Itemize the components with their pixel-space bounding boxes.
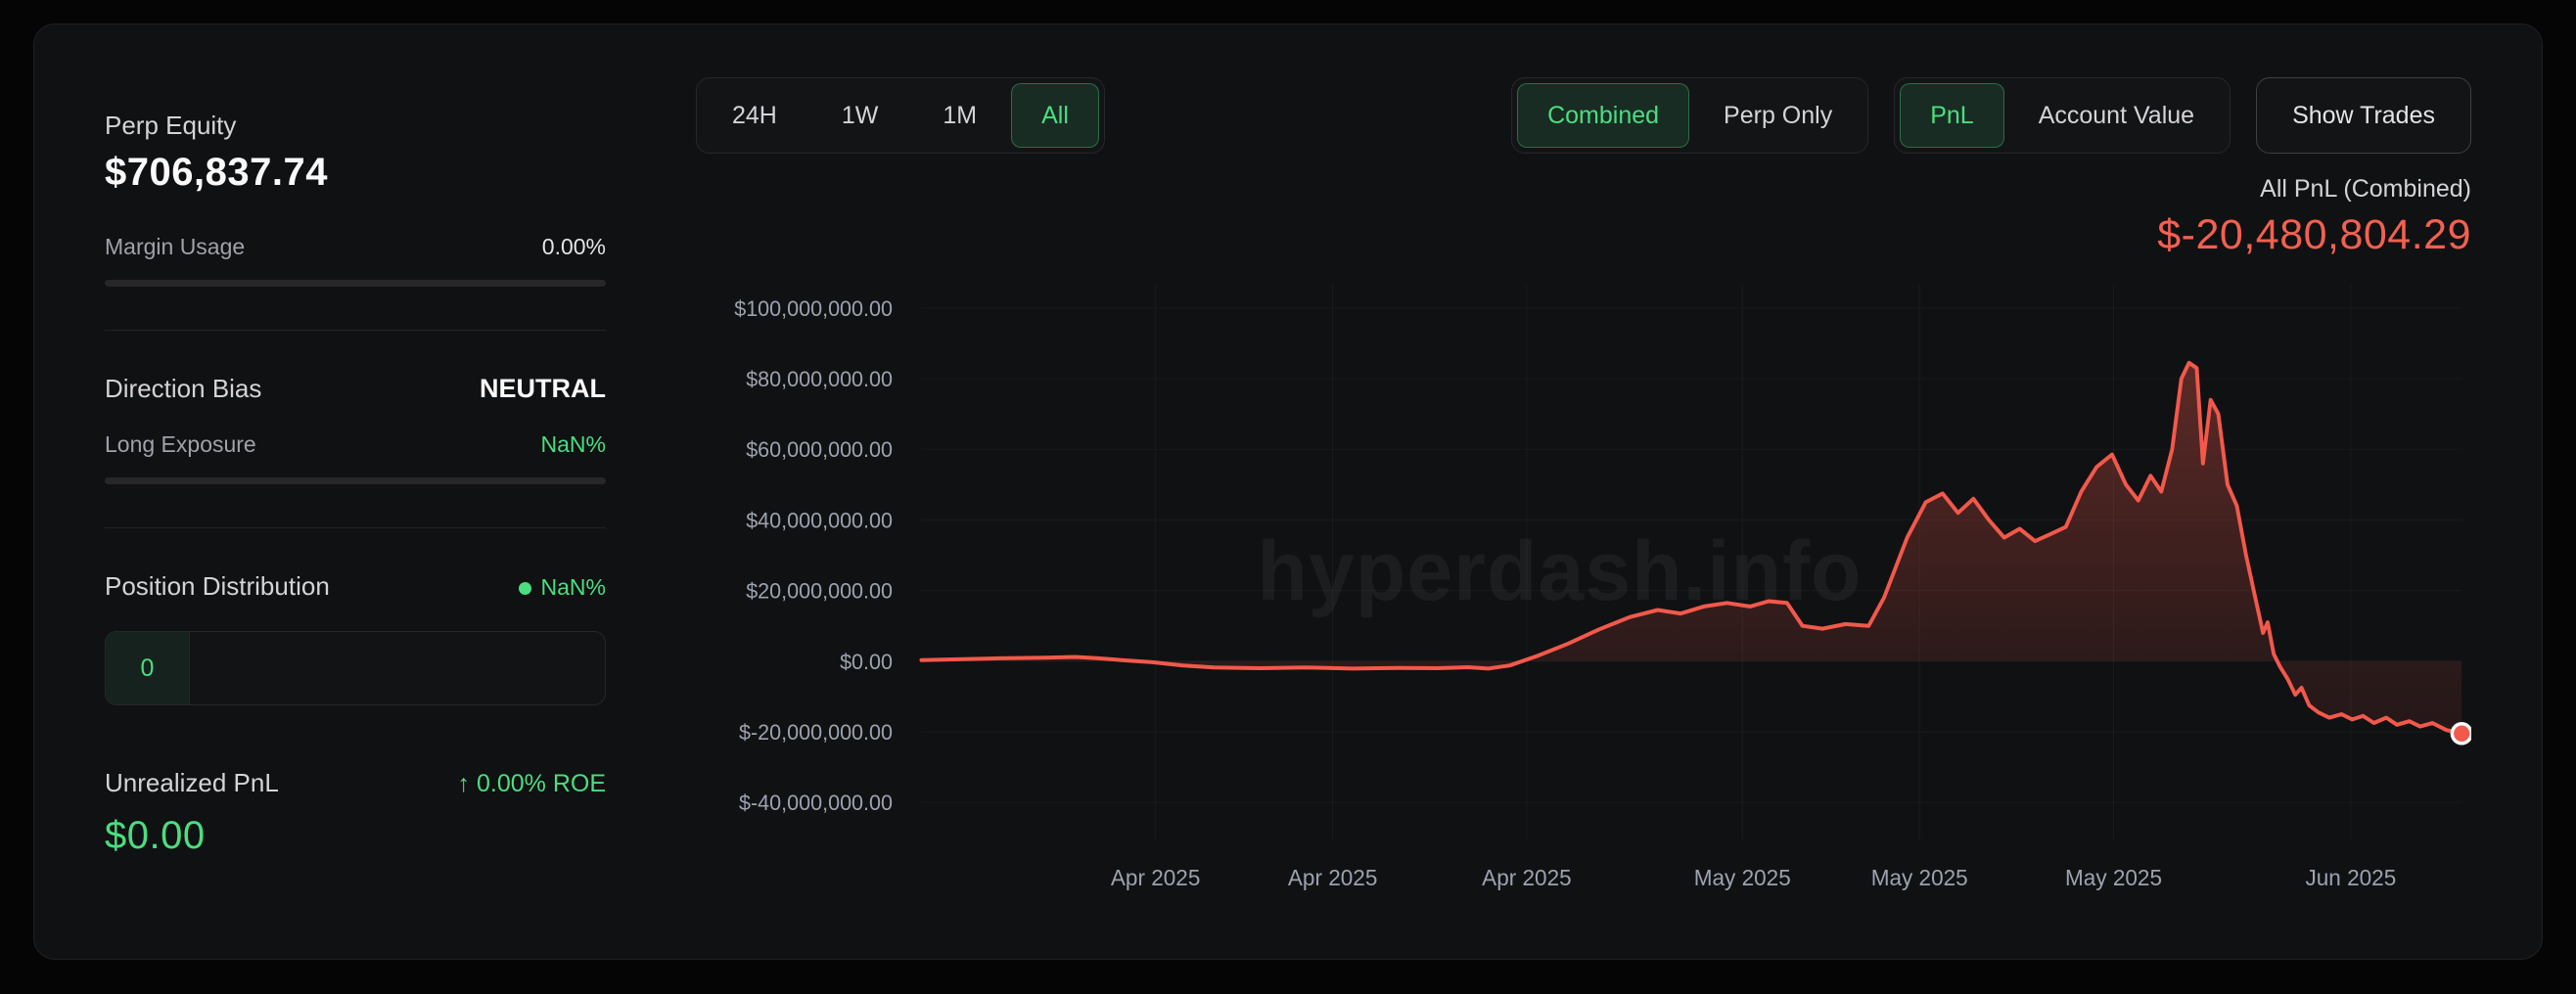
divider bbox=[105, 330, 606, 331]
chart-panel: 24H 1W 1M All Combined Perp Only PnL Acc… bbox=[696, 77, 2471, 912]
x-axis-tick-label: Apr 2025 bbox=[1482, 865, 1571, 890]
long-exposure-row: Long Exposure NaN% bbox=[105, 431, 606, 458]
metric-account-value[interactable]: Account Value bbox=[2008, 83, 2225, 148]
x-axis-tick-label: May 2025 bbox=[2065, 865, 2162, 890]
y-axis-tick-label: $40,000,000.00 bbox=[746, 508, 893, 532]
stats-sidebar: Perp Equity $706,837.74 Margin Usage 0.0… bbox=[105, 77, 606, 912]
time-range-group: 24H 1W 1M All bbox=[696, 77, 1105, 154]
roe-badge: ↑ 0.00% ROE bbox=[458, 770, 606, 798]
long-exposure-label: Long Exposure bbox=[105, 431, 256, 458]
perp-equity-label: Perp Equity bbox=[105, 111, 606, 141]
position-distribution-bar: 0 bbox=[105, 631, 606, 705]
unrealized-pnl-row: Unrealized PnL ↑ 0.00% ROE bbox=[105, 768, 606, 798]
y-axis-tick-label: $80,000,000.00 bbox=[746, 367, 893, 391]
metric-pnl[interactable]: PnL bbox=[1900, 83, 2003, 148]
pnl-summary: All PnL (Combined) $-20,480,804.29 bbox=[696, 175, 2471, 259]
perp-equity-section: Perp Equity $706,837.74 bbox=[105, 111, 606, 195]
y-axis-tick-label: $100,000,000.00 bbox=[734, 296, 893, 321]
time-range-24h[interactable]: 24H bbox=[702, 83, 807, 148]
margin-usage-bar bbox=[105, 280, 606, 287]
time-range-1w[interactable]: 1W bbox=[811, 83, 909, 148]
metric-group: PnL Account Value bbox=[1894, 77, 2231, 154]
mode-group: Combined Perp Only bbox=[1511, 77, 1868, 154]
mode-perp-only[interactable]: Perp Only bbox=[1693, 83, 1863, 148]
show-trades-button[interactable]: Show Trades bbox=[2256, 77, 2471, 154]
direction-bias-value: NEUTRAL bbox=[480, 374, 606, 404]
position-distribution-left-cell: 0 bbox=[106, 632, 190, 704]
mode-combined[interactable]: Combined bbox=[1517, 83, 1689, 148]
margin-usage-row: Margin Usage 0.00% bbox=[105, 234, 606, 260]
green-dot-icon bbox=[519, 582, 531, 595]
x-axis-tick-label: May 2025 bbox=[1694, 865, 1791, 890]
position-distribution-badge: NaN% bbox=[519, 574, 606, 601]
long-exposure-value: NaN% bbox=[541, 431, 606, 458]
direction-bias-label: Direction Bias bbox=[105, 374, 261, 404]
margin-usage-value: 0.00% bbox=[542, 234, 606, 260]
margin-usage-label: Margin Usage bbox=[105, 234, 245, 260]
divider bbox=[105, 527, 606, 528]
all-pnl-value: $-20,480,804.29 bbox=[696, 211, 2471, 259]
all-pnl-label: All PnL (Combined) bbox=[696, 175, 2471, 203]
long-exposure-bar bbox=[105, 477, 606, 484]
chart-mode-tools: Combined Perp Only PnL Account Value Sho… bbox=[1511, 77, 2471, 154]
x-axis-tick-label: Apr 2025 bbox=[1111, 865, 1200, 890]
pnl-end-dot bbox=[2452, 724, 2471, 744]
perp-equity-value: $706,837.74 bbox=[105, 151, 606, 195]
x-axis-tick-label: Jun 2025 bbox=[2306, 865, 2397, 890]
chart-toolbar: 24H 1W 1M All Combined Perp Only PnL Acc… bbox=[696, 77, 2471, 154]
unrealized-pnl-label: Unrealized PnL bbox=[105, 768, 279, 798]
unrealized-pnl-value: $0.00 bbox=[105, 814, 606, 858]
position-distribution-label: Position Distribution bbox=[105, 571, 330, 602]
direction-bias-row: Direction Bias NEUTRAL bbox=[105, 374, 606, 404]
time-range-1m[interactable]: 1M bbox=[912, 83, 1007, 148]
pnl-chart-svg[interactable]: hyperdash.info$100,000,000.00$80,000,000… bbox=[696, 277, 2471, 913]
position-distribution-row: Position Distribution NaN% bbox=[105, 571, 606, 602]
pnl-chart[interactable]: hyperdash.info$100,000,000.00$80,000,000… bbox=[696, 277, 2471, 913]
y-axis-tick-label: $-20,000,000.00 bbox=[739, 720, 893, 745]
x-axis-tick-label: May 2025 bbox=[1871, 865, 1968, 890]
x-axis-tick-label: Apr 2025 bbox=[1288, 865, 1377, 890]
y-axis-tick-label: $60,000,000.00 bbox=[746, 437, 893, 462]
time-range-all[interactable]: All bbox=[1011, 83, 1099, 148]
y-axis-tick-label: $-40,000,000.00 bbox=[739, 791, 893, 815]
arrow-up-icon: ↑ bbox=[458, 770, 471, 797]
y-axis-tick-label: $0.00 bbox=[840, 650, 893, 674]
y-axis-tick-label: $20,000,000.00 bbox=[746, 578, 893, 603]
dashboard-card: Perp Equity $706,837.74 Margin Usage 0.0… bbox=[33, 23, 2543, 960]
